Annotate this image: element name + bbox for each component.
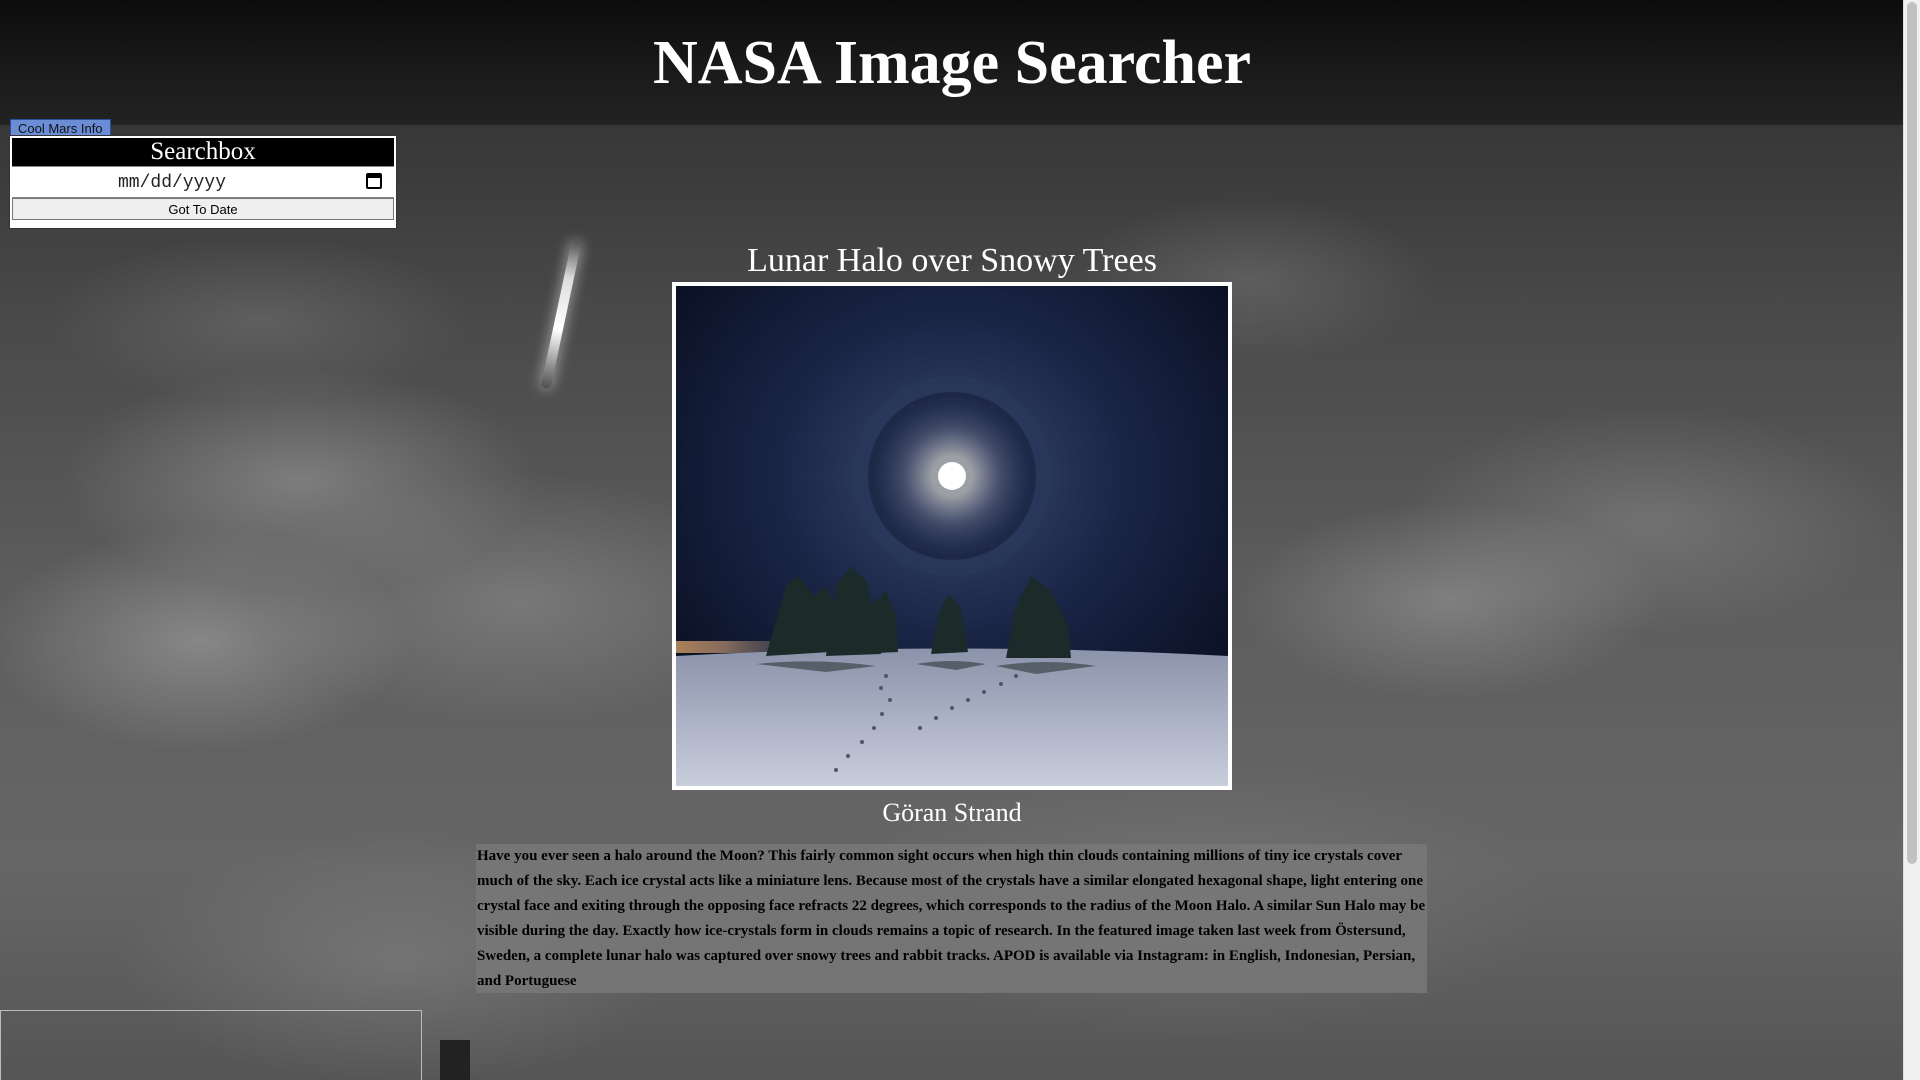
apod-credit: Göran Strand — [882, 798, 1022, 827]
apod-image-art — [676, 286, 1228, 786]
calendar-icon[interactable] — [366, 173, 382, 189]
bottom-panel — [0, 1010, 422, 1080]
apod-title: Lunar Halo over Snowy Trees — [747, 242, 1157, 279]
vertical-scrollbar[interactable] — [1903, 0, 1920, 1080]
page-header: NASA Image Searcher — [0, 0, 1904, 125]
launch-tower-silhouette — [440, 1040, 470, 1080]
date-placeholder: mm/dd/yyyy — [118, 173, 227, 193]
date-input[interactable]: mm/dd/yyyy — [12, 166, 394, 198]
searchbox-title: Searchbox — [12, 138, 394, 166]
scrollbar-thumb[interactable] — [1907, 2, 1917, 864]
apod-image — [672, 282, 1232, 790]
page-title: NASA Image Searcher — [652, 29, 1252, 97]
searchbox-footer — [12, 220, 394, 226]
apod-explanation: Have you ever seen a halo around the Moo… — [476, 844, 1427, 993]
searchbox: Searchbox mm/dd/yyyy Got To Date — [9, 135, 397, 229]
go-to-date-button[interactable]: Got To Date — [12, 198, 394, 220]
